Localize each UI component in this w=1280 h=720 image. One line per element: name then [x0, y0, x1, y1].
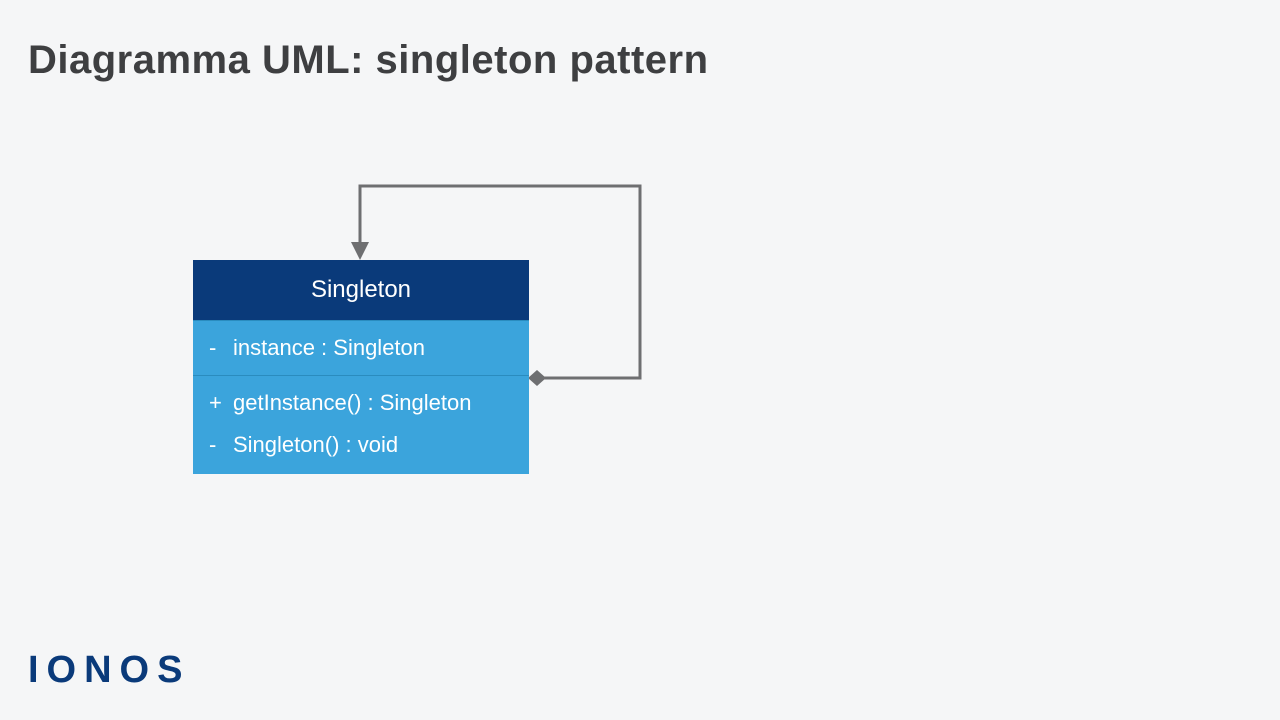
brand-logo: IONOS	[28, 649, 190, 692]
uml-operation-row: - Singleton() : void	[193, 424, 529, 474]
visibility-marker: +	[209, 390, 223, 416]
visibility-marker: -	[209, 432, 223, 458]
uml-class-box: Singleton - instance : Singleton + getIn…	[193, 260, 529, 474]
arrowhead-icon	[351, 242, 369, 260]
diamond-icon	[528, 370, 546, 386]
uml-operations-section: + getInstance() : Singleton - Singleton(…	[193, 375, 529, 474]
operation-text: Singleton() : void	[233, 432, 398, 458]
visibility-marker: -	[209, 335, 223, 361]
operation-text: getInstance() : Singleton	[233, 390, 471, 416]
uml-diagram: Singleton - instance : Singleton + getIn…	[0, 0, 1280, 720]
uml-attribute-row: - instance : Singleton	[193, 321, 529, 375]
uml-class-name: Singleton	[193, 260, 529, 320]
uml-attributes-section: - instance : Singleton	[193, 320, 529, 375]
attribute-text: instance : Singleton	[233, 335, 425, 361]
uml-operation-row: + getInstance() : Singleton	[193, 376, 529, 424]
self-association-connector	[0, 0, 1280, 720]
